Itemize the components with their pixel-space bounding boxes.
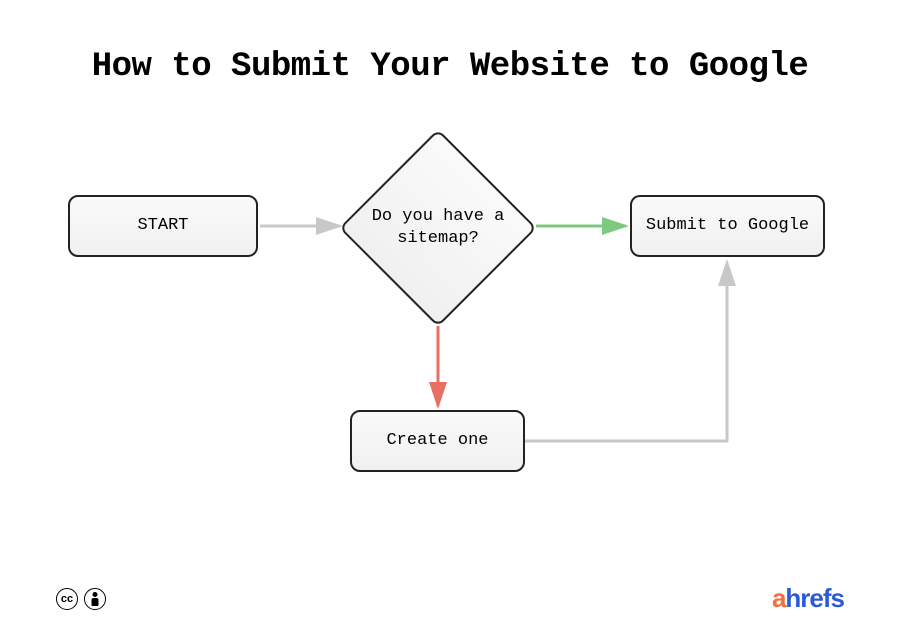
brand-prefix: a [772,583,785,613]
node-submit: Submit to Google [630,195,825,257]
node-decision-label: Do you have a sitemap? [340,130,536,326]
node-start-label: START [137,215,188,236]
node-create: Create one [350,410,525,472]
page-title: How to Submit Your Website to Google [0,48,900,86]
brand-logo: ahrefs [772,583,844,614]
flowchart: START Do you have a sitemap? Submit to G… [0,120,900,500]
brand-rest: hrefs [785,583,844,613]
node-submit-label: Submit to Google [646,215,809,236]
node-decision: Do you have a sitemap? [340,130,536,326]
license-icons: cc [56,588,106,610]
node-start: START [68,195,258,257]
footer: cc ahrefs [56,583,844,614]
edge-create-to-submit [525,262,727,441]
by-icon [84,588,106,610]
cc-icon: cc [56,588,78,610]
node-create-label: Create one [386,430,488,451]
